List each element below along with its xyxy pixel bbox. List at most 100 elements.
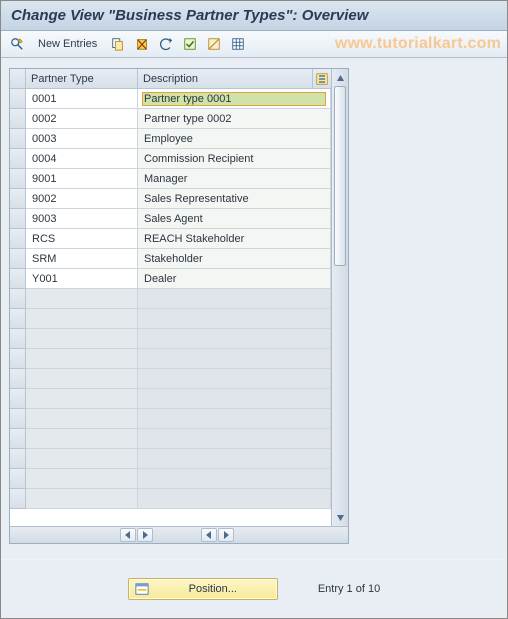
partner-type-input[interactable] <box>30 272 133 286</box>
description-input[interactable] <box>142 212 326 226</box>
description-input[interactable] <box>142 152 326 166</box>
row-handle[interactable] <box>10 129 26 149</box>
cell-description[interactable] <box>138 409 331 429</box>
row-handle[interactable] <box>10 449 26 469</box>
cell-description[interactable] <box>138 169 331 189</box>
scroll-right-icon[interactable] <box>137 528 153 542</box>
horizontal-scrollbar[interactable] <box>10 526 348 543</box>
row-handle[interactable] <box>10 149 26 169</box>
row-handle[interactable] <box>10 269 26 289</box>
cell-description[interactable] <box>138 349 331 369</box>
cell-description[interactable] <box>138 129 331 149</box>
cell-partner-type[interactable] <box>26 369 138 389</box>
cell-description[interactable] <box>138 369 331 389</box>
row-handle[interactable] <box>10 329 26 349</box>
description-input[interactable] <box>142 272 326 286</box>
scroll-track[interactable] <box>332 86 348 509</box>
cell-partner-type[interactable] <box>26 209 138 229</box>
cell-partner-type[interactable] <box>26 229 138 249</box>
row-handle[interactable] <box>10 169 26 189</box>
partner-type-input[interactable] <box>30 232 133 246</box>
position-button[interactable]: Position... <box>128 578 278 600</box>
description-input[interactable] <box>142 172 326 186</box>
cell-description[interactable] <box>138 469 331 489</box>
cell-description[interactable] <box>138 189 331 209</box>
partner-type-input[interactable] <box>30 212 133 226</box>
cell-partner-type[interactable] <box>26 389 138 409</box>
cell-description[interactable] <box>138 429 331 449</box>
cell-partner-type[interactable] <box>26 469 138 489</box>
col-header-description[interactable]: Description <box>138 69 313 89</box>
cell-description[interactable] <box>138 489 331 509</box>
cell-description[interactable] <box>138 149 331 169</box>
partner-type-input[interactable] <box>30 192 133 206</box>
scroll-thumb[interactable] <box>334 86 346 266</box>
row-handle[interactable] <box>10 469 26 489</box>
cell-partner-type[interactable] <box>26 329 138 349</box>
copy-as-icon[interactable] <box>108 34 128 54</box>
partner-type-input[interactable] <box>30 132 133 146</box>
description-input[interactable] <box>142 252 326 266</box>
cell-description[interactable] <box>138 89 331 109</box>
table-settings-icon[interactable] <box>228 34 248 54</box>
cell-description[interactable] <box>138 289 331 309</box>
row-handle[interactable] <box>10 109 26 129</box>
description-input[interactable] <box>142 92 326 106</box>
partner-type-input[interactable] <box>30 112 133 126</box>
cell-description[interactable] <box>138 209 331 229</box>
row-handle[interactable] <box>10 349 26 369</box>
cell-partner-type[interactable] <box>26 249 138 269</box>
row-handle[interactable] <box>10 209 26 229</box>
cell-partner-type[interactable] <box>26 449 138 469</box>
cell-description[interactable] <box>138 229 331 249</box>
vertical-scrollbar[interactable] <box>331 69 348 526</box>
cell-partner-type[interactable] <box>26 129 138 149</box>
cell-partner-type[interactable] <box>26 169 138 189</box>
cell-partner-type[interactable] <box>26 429 138 449</box>
cell-description[interactable] <box>138 249 331 269</box>
row-handle[interactable] <box>10 429 26 449</box>
undo-icon[interactable] <box>156 34 176 54</box>
cell-description[interactable] <box>138 269 331 289</box>
new-entries-button[interactable]: New Entries <box>31 34 104 54</box>
delete-icon[interactable] <box>132 34 152 54</box>
cell-partner-type[interactable] <box>26 349 138 369</box>
cell-partner-type[interactable] <box>26 189 138 209</box>
deselect-all-icon[interactable] <box>204 34 224 54</box>
description-input[interactable] <box>142 192 326 206</box>
row-handle[interactable] <box>10 249 26 269</box>
cell-partner-type[interactable] <box>26 309 138 329</box>
table-settings-button[interactable] <box>313 69 331 89</box>
scroll-right-icon-2[interactable] <box>218 528 234 542</box>
partner-type-input[interactable] <box>30 152 133 166</box>
row-handle[interactable] <box>10 229 26 249</box>
row-handle[interactable] <box>10 409 26 429</box>
row-handle[interactable] <box>10 489 26 509</box>
row-handle[interactable] <box>10 309 26 329</box>
row-handle[interactable] <box>10 289 26 309</box>
partner-type-input[interactable] <box>30 252 133 266</box>
cell-partner-type[interactable] <box>26 489 138 509</box>
cell-partner-type[interactable] <box>26 289 138 309</box>
scroll-down-icon[interactable] <box>332 509 348 525</box>
cell-description[interactable] <box>138 389 331 409</box>
scroll-up-icon[interactable] <box>332 70 348 86</box>
partner-type-input[interactable] <box>30 92 133 106</box>
col-header-partner-type[interactable]: Partner Type <box>26 69 138 89</box>
cell-description[interactable] <box>138 109 331 129</box>
partner-type-input[interactable] <box>30 172 133 186</box>
cell-partner-type[interactable] <box>26 149 138 169</box>
cell-partner-type[interactable] <box>26 109 138 129</box>
description-input[interactable] <box>142 232 326 246</box>
row-handle[interactable] <box>10 89 26 109</box>
cell-description[interactable] <box>138 449 331 469</box>
select-all-icon[interactable] <box>180 34 200 54</box>
cell-description[interactable] <box>138 329 331 349</box>
cell-partner-type[interactable] <box>26 89 138 109</box>
cell-description[interactable] <box>138 309 331 329</box>
toggle-change-icon[interactable] <box>7 34 27 54</box>
scroll-left-icon[interactable] <box>120 528 136 542</box>
cell-partner-type[interactable] <box>26 409 138 429</box>
row-handle[interactable] <box>10 369 26 389</box>
row-handle[interactable] <box>10 389 26 409</box>
